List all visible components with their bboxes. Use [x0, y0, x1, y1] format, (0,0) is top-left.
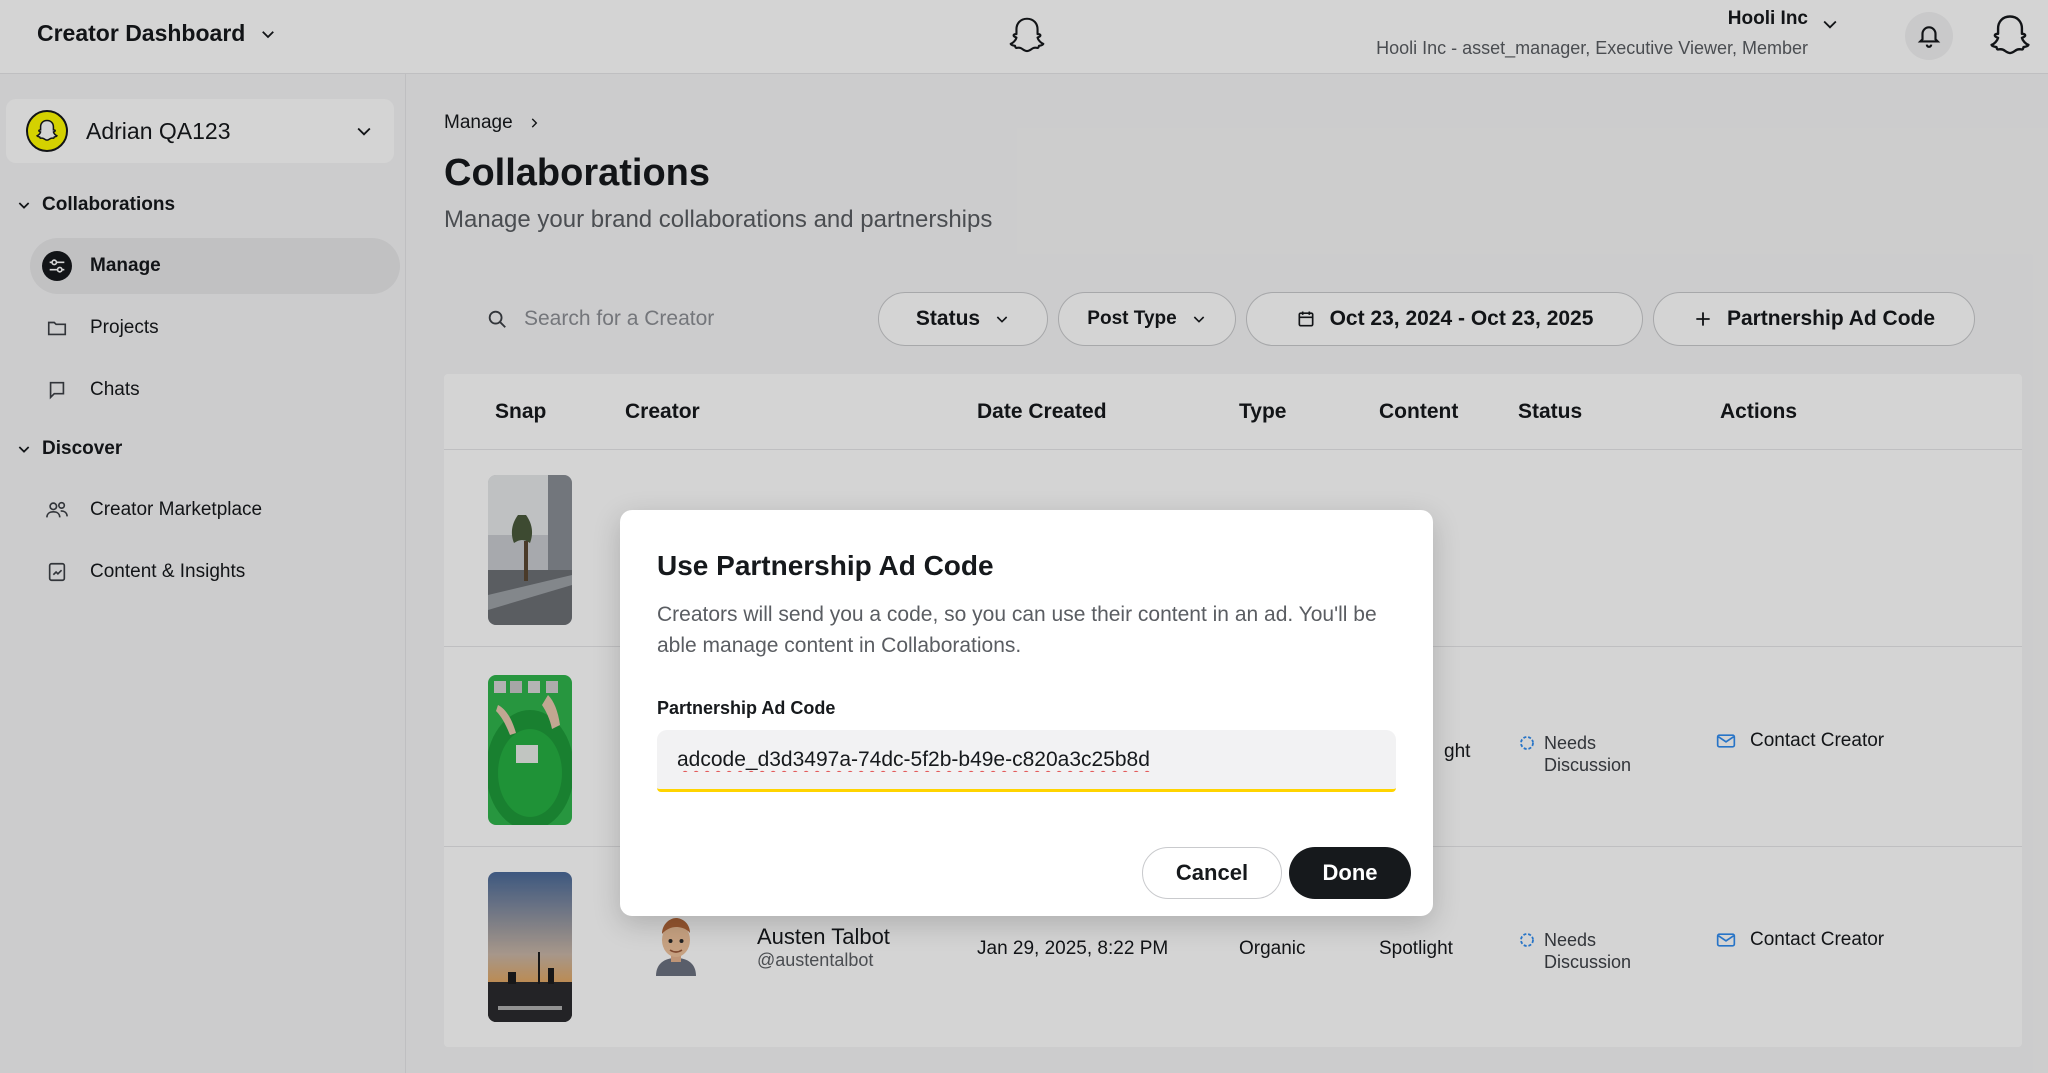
dialog-title: Use Partnership Ad Code [657, 550, 994, 581]
done-button[interactable]: Done [1289, 847, 1411, 899]
partnership-ad-code-dialog: Use Partnership Ad Code Creators will se… [620, 510, 1433, 916]
ad-code-input[interactable] [657, 730, 1396, 792]
dialog-description: Creators will send you a code, so you ca… [657, 603, 1377, 657]
ad-code-field-label: Partnership Ad Code [657, 698, 836, 718]
cancel-button[interactable]: Cancel [1142, 847, 1282, 899]
